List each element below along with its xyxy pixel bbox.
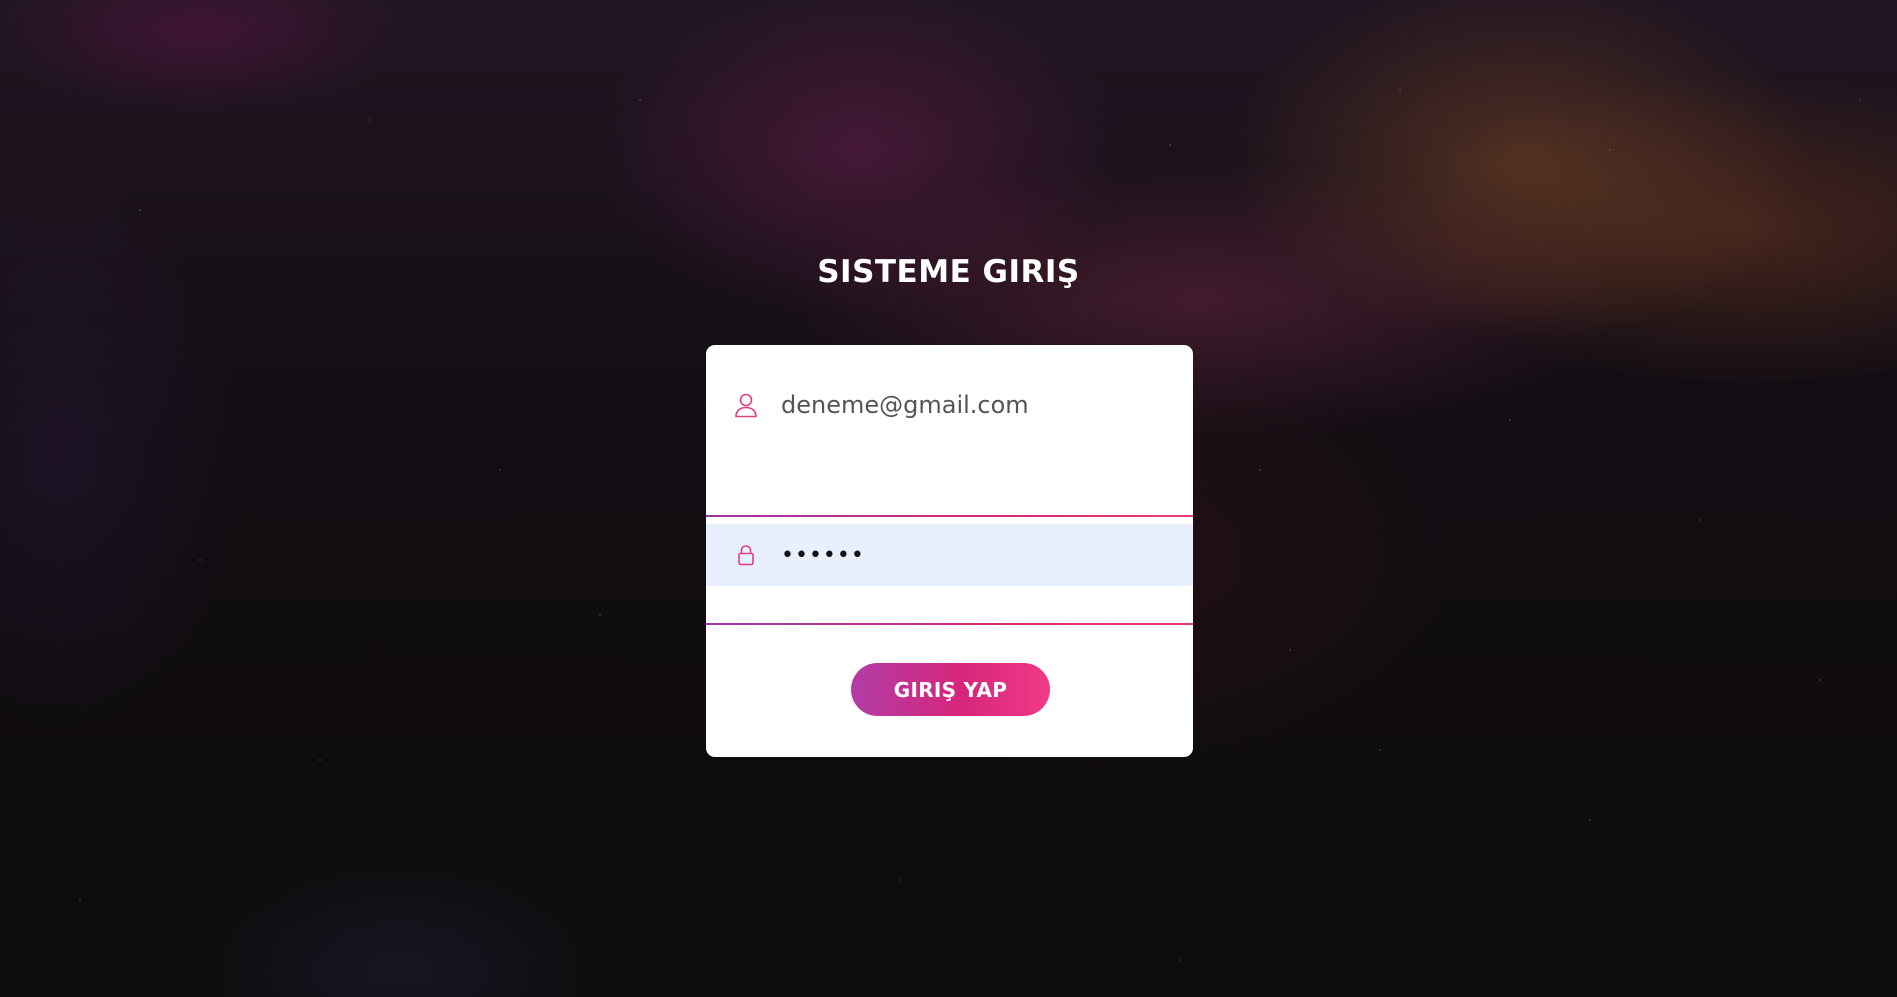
password-input[interactable]	[781, 535, 1171, 575]
email-input-row	[706, 375, 1193, 435]
login-button[interactable]: GIRIŞ YAP	[851, 663, 1050, 716]
user-icon	[733, 391, 759, 419]
email-input[interactable]	[781, 385, 1171, 425]
page-title: SISTEME GIRIŞ	[817, 254, 1080, 290]
password-input-row	[706, 524, 1193, 586]
lock-icon	[733, 541, 759, 569]
password-field-group	[706, 524, 1193, 625]
password-underline	[706, 623, 1193, 625]
login-form: GIRIŞ YAP	[706, 345, 1193, 757]
email-field-group	[706, 375, 1193, 517]
email-underline	[706, 515, 1193, 517]
